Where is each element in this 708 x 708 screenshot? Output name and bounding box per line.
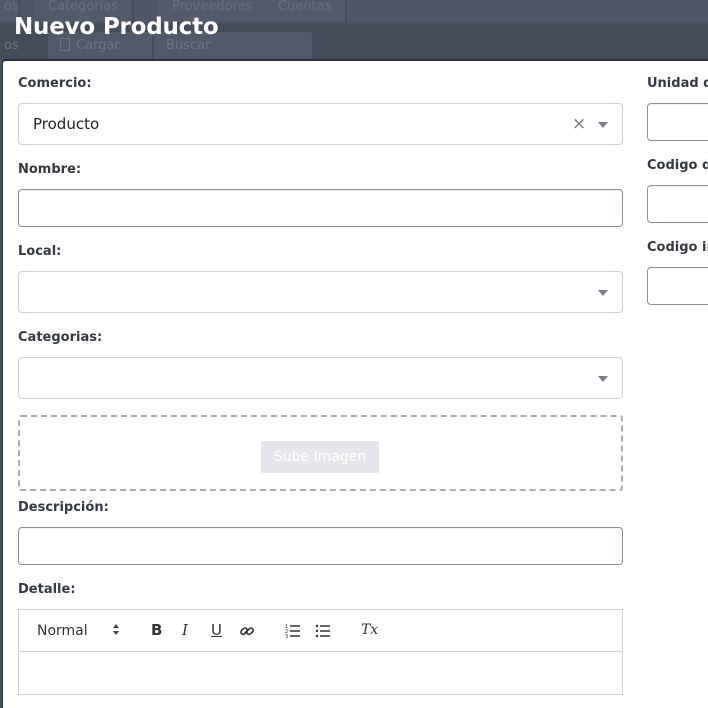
categorias-select[interactable] [18, 357, 623, 399]
ordered-list-icon[interactable]: 1 2 3 [285, 623, 301, 639]
codigo-barras-label: Codigo de [647, 158, 708, 173]
bullet-list-icon[interactable] [315, 623, 331, 639]
codigo-interno-input[interactable] [647, 267, 708, 305]
codigo-interno-label: Codigo in [647, 240, 708, 255]
categorias-label: Categorias: [18, 330, 103, 345]
chevron-down-icon[interactable] [598, 290, 608, 296]
unidad-label: Unidad de [647, 76, 708, 91]
unidad-input[interactable] [647, 103, 708, 141]
comercio-select[interactable]: Producto × [18, 103, 623, 145]
bg-load-label: Cargar [76, 38, 120, 53]
image-dropzone[interactable]: Sube Imagen [18, 415, 623, 491]
svg-text:3: 3 [285, 634, 288, 639]
comercio-label: Comercio: [18, 76, 92, 91]
detalle-editor: Normal B I U 1 2 3 Tx [18, 609, 623, 695]
detalle-label: Detalle: [18, 582, 76, 597]
nombre-input[interactable] [18, 189, 623, 227]
link-icon[interactable] [239, 623, 255, 639]
italic-icon[interactable]: I [182, 622, 188, 638]
chevron-down-icon[interactable] [598, 122, 608, 128]
local-select[interactable] [18, 271, 623, 313]
chevron-down-icon[interactable] [598, 376, 608, 382]
codigo-barras-input[interactable] [647, 185, 708, 223]
underline-icon[interactable]: U [211, 622, 222, 638]
comercio-value: Producto [33, 115, 100, 133]
format-select[interactable]: Normal [37, 623, 88, 639]
descripcion-label: Descripción: [18, 500, 109, 515]
editor-toolbar: Normal B I U 1 2 3 Tx [19, 610, 622, 652]
upload-image-button[interactable]: Sube Imagen [261, 441, 379, 473]
descripcion-input[interactable] [18, 527, 623, 565]
modal-title: Nuevo Producto [14, 14, 219, 40]
bg-tab-cuentas: Cuentas [264, 0, 348, 22]
nombre-label: Nombre: [18, 162, 82, 177]
local-label: Local: [18, 244, 62, 259]
clear-icon[interactable]: × [572, 116, 586, 133]
clear-format-icon[interactable]: Tx [361, 622, 378, 638]
updown-icon[interactable] [112, 623, 122, 637]
bold-icon[interactable]: B [151, 622, 162, 638]
modal-panel: Comercio: Producto × Nombre: Local: Cate… [2, 59, 708, 708]
